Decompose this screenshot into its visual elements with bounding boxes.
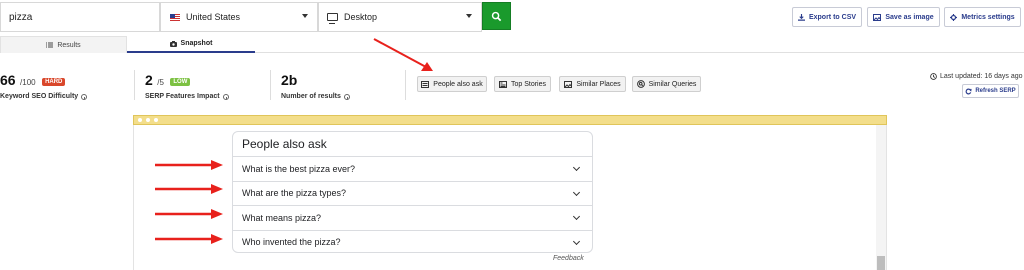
results-count-value: 2b xyxy=(281,72,298,88)
difficulty-value: 66 xyxy=(0,72,16,88)
difficulty-max: /100 xyxy=(20,78,36,87)
paa-question[interactable]: What means pizza? xyxy=(233,205,592,230)
paa-question-text: What means pizza? xyxy=(242,212,322,223)
serp-impact-value: 2 xyxy=(145,72,153,88)
export-csv-label: Export to CSV xyxy=(808,13,857,21)
annotation-arrow-icon xyxy=(155,160,223,170)
results-count-metric: 2b Number of results xyxy=(281,72,350,100)
feature-top-stories-label: Top Stories xyxy=(510,80,547,88)
snapshot-scrollbar-thumb[interactable] xyxy=(877,256,885,270)
difficulty-badge: HARD xyxy=(42,78,66,86)
people-also-ask-box: People also ask What is the best pizza e… xyxy=(232,131,593,253)
country-select-value: United States xyxy=(186,12,241,22)
feature-top-stories-button[interactable]: Top Stories xyxy=(494,76,551,92)
chevron-down-icon xyxy=(572,237,581,245)
device-select-value: Desktop xyxy=(344,12,378,22)
search-circle-icon xyxy=(636,80,645,88)
list-icon xyxy=(46,42,54,48)
chevron-down-icon xyxy=(572,163,581,172)
keyword-difficulty-metric: 66 /100 HARD Keyword SEO Difficulty xyxy=(0,72,88,100)
feature-similar-queries-button[interactable]: Similar Queries xyxy=(632,76,701,92)
annotation-arrow-icon xyxy=(155,209,223,219)
device-select[interactable]: Desktop xyxy=(318,2,482,32)
clock-icon xyxy=(930,73,937,80)
image-icon xyxy=(873,13,882,21)
annotation-arrow-icon xyxy=(373,38,433,71)
tab-snapshot[interactable]: Snapshot xyxy=(127,36,255,53)
window-dot xyxy=(138,118,142,122)
info-icon[interactable] xyxy=(81,93,88,100)
country-select[interactable]: United States xyxy=(160,2,318,32)
news-icon xyxy=(498,80,507,88)
feature-people-also-ask-label: People also ask xyxy=(433,80,483,88)
chevron-down-icon xyxy=(572,188,581,196)
snapshot-browser-bar xyxy=(133,115,887,125)
metrics-settings-button[interactable]: Metrics settings xyxy=(944,7,1021,27)
save-image-button[interactable]: Save as image xyxy=(867,7,940,27)
paa-question-text: What is the best pizza ever? xyxy=(242,163,356,174)
feature-people-also-ask-button[interactable]: People also ask xyxy=(417,76,487,92)
last-updated-text: Last updated: 16 days ago xyxy=(940,73,1023,80)
metrics-settings-label: Metrics settings xyxy=(961,13,1015,21)
paa-icon xyxy=(421,80,430,88)
refresh-serp-label: Refresh SERP xyxy=(975,88,1016,94)
us-flag-icon xyxy=(170,13,180,21)
feature-similar-places-button[interactable]: Similar Places xyxy=(559,76,626,92)
search-icon xyxy=(491,11,502,21)
search-button[interactable] xyxy=(482,2,511,30)
image-icon xyxy=(564,80,573,88)
save-image-label: Save as image xyxy=(885,13,934,21)
snapshot-scrollbar[interactable] xyxy=(876,125,886,270)
refresh-serp-button[interactable]: Refresh SERP xyxy=(962,84,1019,98)
window-dot xyxy=(146,118,150,122)
serp-impact-label: SERP Features Impact xyxy=(145,93,220,100)
export-csv-button[interactable]: Export to CSV xyxy=(792,7,862,27)
keyword-input[interactable]: pizza xyxy=(0,2,160,32)
feedback-link[interactable]: Feedback xyxy=(553,255,584,262)
chevron-down-icon xyxy=(302,14,308,18)
refresh-icon xyxy=(965,88,972,94)
download-icon xyxy=(797,13,805,21)
results-count-label: Number of results xyxy=(281,93,341,100)
gear-icon xyxy=(950,13,958,21)
people-also-ask-title: People also ask xyxy=(242,137,327,151)
paa-question[interactable]: What is the best pizza ever? xyxy=(233,156,592,181)
last-updated: Last updated: 16 days ago xyxy=(930,73,1023,80)
metric-divider xyxy=(134,70,135,100)
tab-results-label: Results xyxy=(57,41,81,49)
serp-impact-metric: 2 /5 LOW SERP Features Impact xyxy=(145,72,229,100)
serp-impact-max: /5 xyxy=(157,78,164,87)
monitor-icon xyxy=(327,13,338,24)
chevron-down-icon xyxy=(572,212,581,221)
tab-results[interactable]: Results xyxy=(0,36,127,53)
feature-similar-places-label: Similar Places xyxy=(576,80,621,88)
chevron-down-icon xyxy=(466,14,472,18)
metric-divider xyxy=(270,70,271,100)
tab-snapshot-label: Snapshot xyxy=(180,40,213,47)
paa-question-text: What are the pizza types? xyxy=(242,188,347,199)
paa-question-text: Who invented the pizza? xyxy=(242,237,341,248)
difficulty-label: Keyword SEO Difficulty xyxy=(0,93,79,100)
keyword-input-value: pizza xyxy=(9,11,33,23)
info-icon[interactable] xyxy=(343,93,350,100)
paa-question[interactable]: Who invented the pizza? xyxy=(233,229,592,253)
serp-impact-badge: LOW xyxy=(170,78,191,86)
annotation-arrow-icon xyxy=(155,184,223,194)
info-icon[interactable] xyxy=(222,93,229,100)
window-dot xyxy=(154,118,158,122)
camera-icon xyxy=(169,40,177,47)
paa-question[interactable]: What are the pizza types? xyxy=(233,180,592,206)
annotation-arrow-icon xyxy=(155,234,223,244)
feature-similar-queries-label: Similar Queries xyxy=(648,80,697,88)
